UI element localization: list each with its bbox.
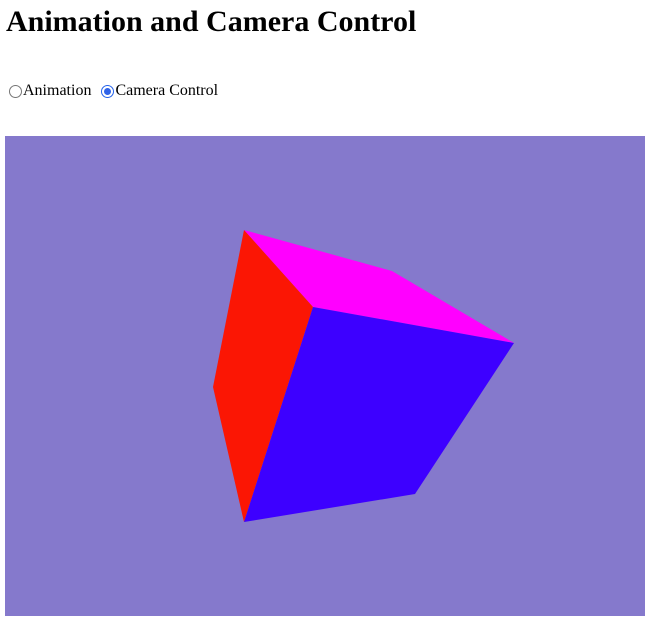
page-title: Animation and Camera Control (6, 5, 417, 38)
animation-label: Animation (23, 82, 92, 99)
camera-control-option[interactable]: Camera Control (100, 82, 218, 100)
animation-option[interactable]: Animation (8, 82, 91, 100)
camera-control-radio[interactable] (101, 84, 115, 98)
mode-radio-group: Animation Camera Control (8, 81, 218, 101)
webgl-canvas[interactable] (5, 136, 645, 616)
scene-svg (5, 136, 645, 616)
camera-control-label: Camera Control (115, 82, 219, 99)
animation-radio[interactable] (9, 84, 22, 98)
